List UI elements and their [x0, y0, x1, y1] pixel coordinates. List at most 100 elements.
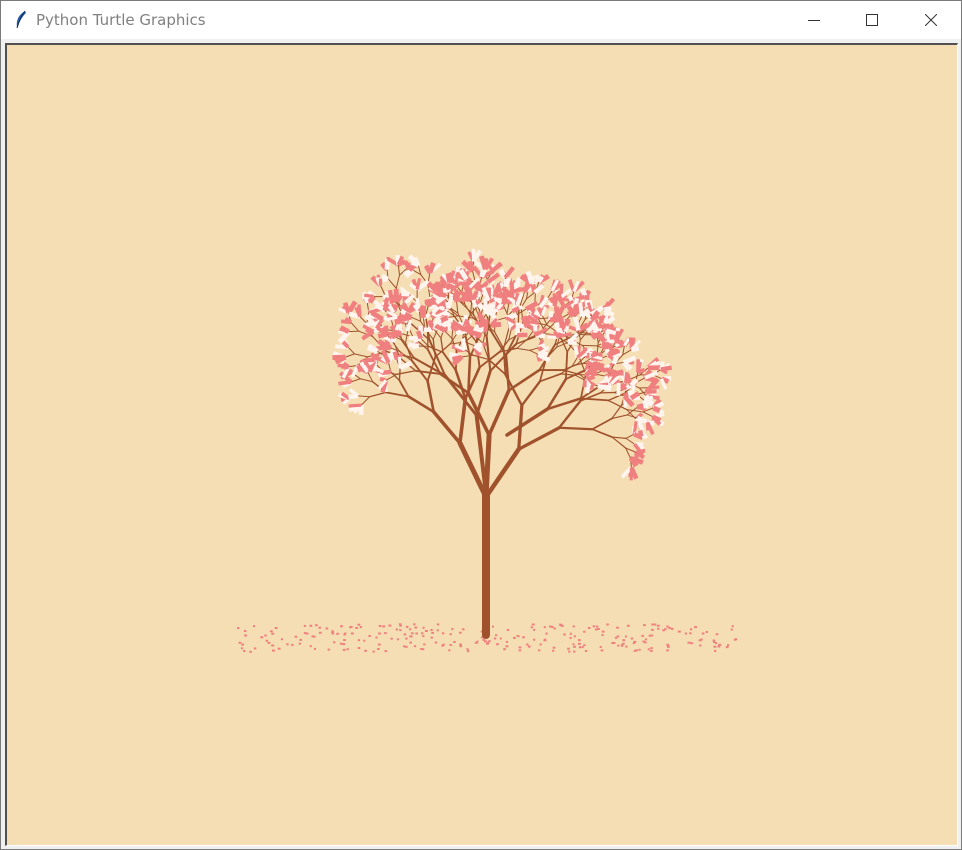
fallen-petal [616, 626, 619, 629]
fallen-petal [363, 639, 366, 642]
fallen-petal [377, 643, 381, 646]
blossom [505, 316, 516, 325]
fallen-petal [583, 630, 586, 633]
fallen-petal [583, 644, 586, 647]
maximize-button[interactable] [843, 1, 901, 39]
fallen-petal [318, 631, 322, 634]
fallen-petal [270, 630, 273, 633]
fallen-petal [434, 641, 438, 644]
fallen-petal [559, 623, 562, 626]
branch [541, 314, 548, 326]
blossom [415, 330, 423, 340]
branch [625, 433, 635, 439]
branch [360, 396, 371, 406]
fallen-petal [613, 642, 616, 644]
fallen-petal [404, 645, 408, 648]
fallen-petal [410, 635, 413, 638]
fallen-petal [277, 647, 281, 650]
fallen-petal [384, 650, 388, 653]
fallen-petal [633, 640, 637, 643]
window-title: Python Turtle Graphics [36, 11, 206, 29]
minimize-button[interactable] [785, 1, 843, 39]
branch [431, 410, 462, 445]
close-button[interactable] [902, 1, 960, 39]
fallen-petal [587, 627, 591, 629]
branch [353, 353, 369, 358]
fallen-petal [313, 635, 316, 638]
fallen-petal [578, 639, 581, 642]
fallen-petal [413, 645, 417, 648]
fallen-petal [388, 624, 392, 627]
branch [467, 355, 472, 395]
fallen-petal [650, 647, 653, 650]
branch [625, 437, 636, 445]
fallen-petal [533, 628, 536, 631]
fallen-petal [572, 625, 575, 628]
fallen-petal [357, 647, 361, 649]
blossom [451, 354, 463, 362]
fallen-petal [441, 632, 445, 635]
fallen-petal [552, 646, 556, 649]
fallen-petal [267, 641, 271, 644]
branch [395, 274, 401, 289]
fallen-petal [372, 650, 375, 653]
blossoms [332, 248, 673, 481]
fallen-petal [448, 649, 451, 652]
fallen-petal [342, 648, 346, 651]
branch [505, 407, 550, 437]
fallen-petal [327, 648, 331, 651]
fallen-petal [364, 649, 367, 652]
fallen-petal [622, 639, 626, 642]
fallen-petal [717, 645, 721, 648]
branch [591, 417, 613, 431]
branch [475, 369, 492, 417]
fallen-petal [506, 629, 510, 631]
branch [405, 330, 409, 344]
turtle-canvas[interactable] [5, 43, 958, 846]
fallen-petal [522, 636, 525, 639]
branch [539, 373, 562, 383]
blossom [357, 304, 362, 317]
fallen-petal [518, 649, 522, 652]
fallen-petal [528, 645, 531, 648]
branch [591, 428, 613, 438]
blossom [381, 276, 389, 283]
fallen-petal [705, 631, 708, 633]
branch [642, 411, 654, 418]
fallen-petal [643, 641, 647, 644]
branch [385, 391, 410, 398]
fallen-petal [315, 624, 318, 627]
fallen-petal [346, 648, 349, 651]
fallen-petal [597, 628, 600, 630]
fallen-petal [405, 637, 408, 640]
fallen-petal [539, 643, 542, 646]
branch [503, 327, 510, 350]
branch [537, 322, 548, 326]
fallen-petal [689, 632, 692, 635]
blossom [340, 319, 352, 325]
title-bar[interactable]: Python Turtle Graphics [1, 1, 961, 39]
fallen-petal [395, 628, 399, 631]
fallen-petal [630, 637, 634, 640]
fallen-petal [496, 643, 499, 646]
fallen-petal [399, 629, 402, 632]
fallen-petal [731, 625, 734, 628]
blossom [511, 306, 520, 314]
fallen-petal [286, 643, 289, 646]
fallen-petal [349, 626, 352, 629]
fallen-petal [568, 650, 571, 653]
fallen-petal [530, 626, 533, 629]
branch [504, 353, 511, 392]
fallen-petal [243, 650, 246, 652]
branch [487, 388, 511, 437]
branch [357, 395, 371, 398]
fallen-petal [451, 628, 454, 631]
fallen-petal [545, 632, 548, 635]
fallen-petal [325, 627, 329, 630]
fallen-petal [518, 646, 522, 649]
fallen-petal [339, 642, 343, 645]
blossom [611, 357, 619, 365]
blossom [490, 321, 502, 328]
fallen-petal [625, 645, 628, 648]
fallen-petal [449, 633, 452, 636]
